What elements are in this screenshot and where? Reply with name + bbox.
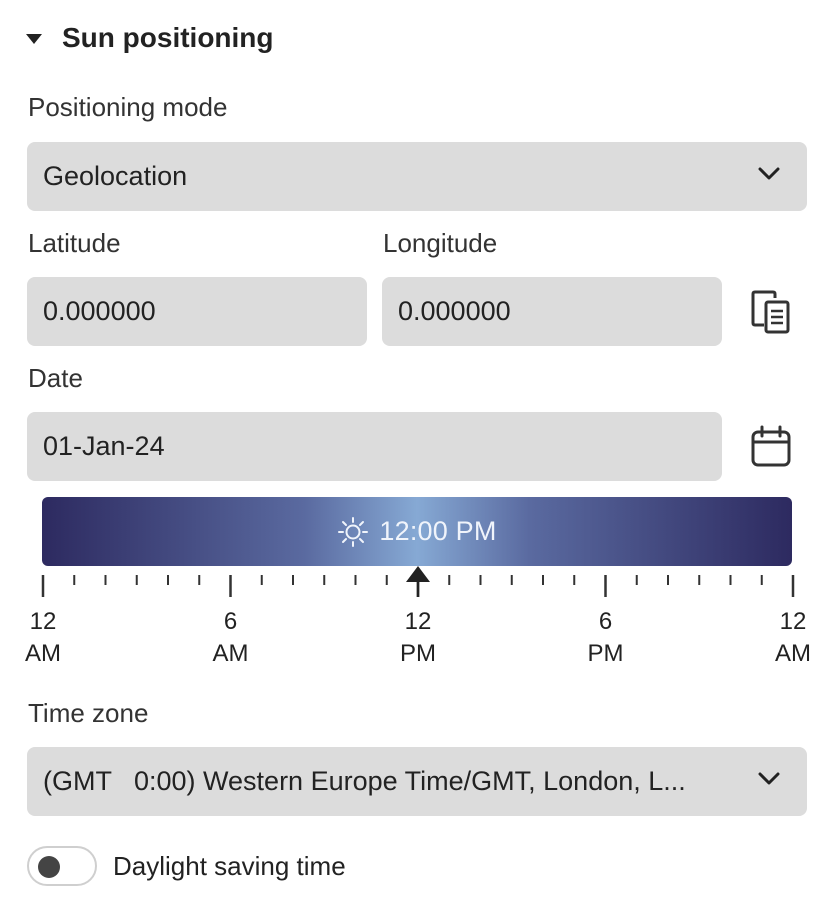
latitude-value: 0.000000 bbox=[43, 296, 156, 326]
tick-label: 6 PM bbox=[576, 606, 636, 670]
latitude-input[interactable]: 0.000000 bbox=[27, 277, 367, 346]
calendar-icon bbox=[751, 425, 791, 467]
tick-label-period: AM bbox=[25, 640, 61, 667]
time-zone-value: (GMT 0:00) Western Europe Time/GMT, Lond… bbox=[43, 766, 686, 796]
section-title: Sun positioning bbox=[62, 22, 274, 53]
paste-coordinates-button[interactable] bbox=[745, 286, 797, 338]
date-label: Date bbox=[28, 363, 83, 393]
positioning-mode-label: Positioning mode bbox=[28, 92, 228, 122]
clipboard-paste-icon bbox=[751, 290, 790, 334]
daylight-saving-toggle[interactable] bbox=[27, 846, 97, 886]
chevron-down-icon bbox=[758, 167, 780, 180]
tick-label-period: PM bbox=[587, 640, 624, 667]
chevron-down-icon bbox=[758, 772, 780, 785]
calendar-button[interactable] bbox=[745, 421, 797, 473]
sun-time-bar[interactable]: 12:00 PM bbox=[42, 497, 792, 566]
tick-label-hour: 12 bbox=[404, 608, 432, 635]
sun-time-label: 12:00 PM bbox=[379, 516, 497, 546]
tick-label-period: PM bbox=[400, 640, 436, 667]
tick-label-period: AM bbox=[212, 640, 249, 667]
caret-down-icon[interactable] bbox=[26, 33, 42, 44]
time-zone-label: Time zone bbox=[28, 698, 149, 728]
tick-label: 12 AM bbox=[763, 606, 823, 670]
tick-label-hour: 12 bbox=[29, 608, 57, 635]
section-header[interactable]: Sun positioning bbox=[26, 22, 274, 54]
tick-label: 12 AM bbox=[13, 606, 73, 670]
longitude-label: Longitude bbox=[383, 228, 498, 258]
time-zone-select[interactable]: (GMT 0:00) Western Europe Time/GMT, Lond… bbox=[27, 747, 807, 816]
tick-label-hour: 6 bbox=[598, 608, 613, 635]
positioning-mode-select[interactable]: Geolocation bbox=[27, 142, 807, 211]
longitude-value: 0.000000 bbox=[398, 296, 511, 326]
date-input[interactable]: 01-Jan-24 bbox=[27, 412, 722, 481]
tick-label: 6 AM bbox=[201, 606, 261, 670]
toggle-knob bbox=[38, 856, 60, 878]
time-ruler[interactable] bbox=[0, 560, 840, 600]
sun-icon bbox=[338, 516, 369, 547]
tick-label-hour: 12 bbox=[779, 608, 807, 635]
time-marker-icon[interactable] bbox=[406, 566, 430, 582]
date-value: 01-Jan-24 bbox=[43, 431, 165, 461]
tick-label-period: AM bbox=[775, 640, 811, 667]
longitude-input[interactable]: 0.000000 bbox=[382, 277, 722, 346]
tick-label-hour: 6 bbox=[223, 608, 238, 635]
daylight-saving-label: Daylight saving time bbox=[113, 851, 346, 881]
tick-label: 12 PM bbox=[388, 606, 448, 670]
latitude-label: Latitude bbox=[28, 228, 121, 258]
positioning-mode-value: Geolocation bbox=[43, 161, 188, 191]
